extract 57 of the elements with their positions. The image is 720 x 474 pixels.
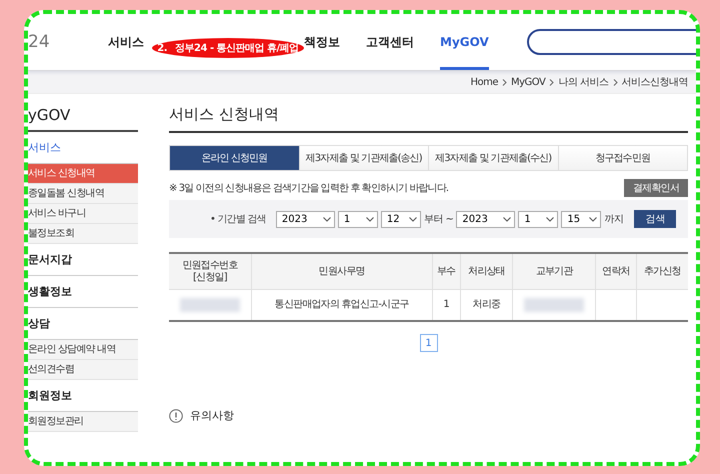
column-header: 부수 xyxy=(432,253,460,290)
column-header: 추가신청 xyxy=(636,253,688,290)
breadcrumb-link[interactable]: Home xyxy=(470,76,498,88)
breadcrumb-link[interactable]: 나의 서비스 xyxy=(558,75,608,89)
sidebar-item[interactable]: 온라인 상담예약 내역 xyxy=(28,340,138,360)
sidebar-item[interactable]: 종일돌봄 신청내역 xyxy=(28,184,138,204)
sidebar-group[interactable]: 생활정보 xyxy=(28,276,138,308)
chevron-icon xyxy=(612,78,618,86)
caret-icon xyxy=(546,216,554,222)
sidebar-title: yGOV xyxy=(28,106,138,132)
dropdown[interactable]: 15 xyxy=(561,210,602,228)
page-number[interactable]: 1 xyxy=(420,334,438,352)
annotation-text: 정부24 - 통신판매업 휴/폐업 xyxy=(175,42,299,55)
dropdown[interactable]: 2023 xyxy=(276,210,335,228)
caret-icon xyxy=(322,216,331,222)
caret-icon xyxy=(408,216,417,222)
search-button[interactable]: 검색 xyxy=(634,210,676,228)
page-title: 서비스 신청내역 xyxy=(169,105,688,133)
chevron-icon xyxy=(549,78,554,86)
caret-icon xyxy=(503,216,512,222)
nav-item[interactable]: 책정보 xyxy=(304,14,340,70)
sidebar-item[interactable]: 서비스 바구니 xyxy=(28,204,138,224)
dropdown[interactable]: 2023 xyxy=(456,210,516,228)
logo-text[interactable]: 24 xyxy=(28,32,108,52)
sidebar-item[interactable]: 서비스 신청내역 xyxy=(28,164,138,184)
breadcrumb-link[interactable]: MyGOV xyxy=(510,76,546,88)
search-field[interactable] xyxy=(527,29,696,55)
column-header: 민원접수번호 [신청일] xyxy=(169,253,252,290)
tab[interactable]: 온라인 신청민원 xyxy=(170,146,298,170)
column-header: 민원사무명 xyxy=(251,253,432,290)
receipt-button[interactable]: 결제확인서 xyxy=(624,179,688,197)
dropdown[interactable]: 12 xyxy=(380,210,421,228)
sidebar-item[interactable]: 선의견수렴 xyxy=(28,360,138,380)
search-text: 부터 ~ xyxy=(424,213,454,226)
dropdown[interactable]: 1 xyxy=(518,210,558,228)
search-text: 까지 xyxy=(604,213,624,226)
column-header: 연락처 xyxy=(596,253,636,290)
annotation-number: 2. xyxy=(157,42,168,54)
breadcrumb-link[interactable]: 서비스신청내역 xyxy=(622,75,688,89)
dropdown[interactable]: 1 xyxy=(338,210,378,228)
info-icon xyxy=(169,408,183,422)
info-note: ※ 3일 이전의 신청내용은 검색기간을 입력한 후 확인하시기 바랍니다. xyxy=(169,182,448,195)
section-heading: 유의사항 xyxy=(190,408,234,423)
sidebar-item[interactable]: 불정보조회 xyxy=(28,224,138,244)
nav-item[interactable]: 고객센터 xyxy=(366,14,414,70)
tab[interactable]: 제3자제출 및 기관제출(송신) xyxy=(298,146,428,170)
tab[interactable]: 제3자제출 및 기관제출(수신) xyxy=(428,146,558,170)
tab[interactable]: 청구접수민원 xyxy=(558,146,687,170)
caret-icon xyxy=(366,216,374,222)
caret-icon xyxy=(589,216,598,222)
nav-item[interactable]: 서비스 xyxy=(108,14,144,70)
column-header: 처리상태 xyxy=(460,253,513,290)
chevron-icon xyxy=(502,78,507,86)
sidebar-item[interactable]: 회원정보관리 xyxy=(28,412,138,432)
sidebar-group[interactable]: 문서지갑 xyxy=(28,244,138,276)
column-header: 교부기관 xyxy=(512,253,596,290)
search-label: • 기간별 검색 xyxy=(210,213,266,226)
